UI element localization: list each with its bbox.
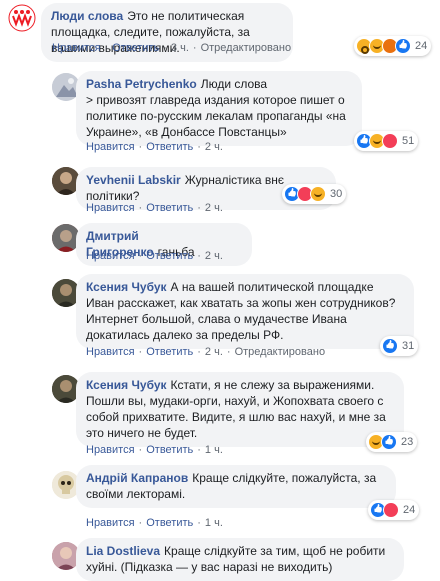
like-reaction-icon xyxy=(381,434,397,450)
reaction-count: 30 xyxy=(330,188,343,200)
comment-time[interactable]: 1 ч. xyxy=(205,517,223,529)
comment-actions: Нравится · Ответить · 2 ч. xyxy=(86,141,223,153)
comment-author[interactable]: Pasha Petrychenko xyxy=(86,77,197,91)
like-link[interactable]: Нравится xyxy=(86,517,135,529)
comment-actions: Нравится · Ответить · 2 ч. xyxy=(86,250,223,262)
reaction-summary[interactable]: 24 xyxy=(354,36,432,56)
reaction-count: 23 xyxy=(401,436,414,448)
like-reaction-icon xyxy=(395,38,411,54)
love-reaction-icon xyxy=(382,133,398,149)
comment-author[interactable]: Андрій Капранов xyxy=(86,471,188,485)
comment-bubble: Андрій Капранов Краще слідкуйте, пожалуйс… xyxy=(76,465,396,508)
comment-text: > привозят главреда издания которое пише… xyxy=(86,93,346,139)
reply-link[interactable]: Ответить xyxy=(146,517,193,529)
reaction-count: 51 xyxy=(402,135,415,147)
like-link[interactable]: Нравится xyxy=(86,444,135,456)
reaction-summary[interactable]: 24 xyxy=(368,500,420,520)
like-link[interactable]: Нравится xyxy=(52,42,101,54)
people-of-word-logo-icon xyxy=(8,4,36,32)
reply-link[interactable]: Ответить xyxy=(146,141,193,153)
reaction-summary[interactable]: 31 xyxy=(380,336,419,356)
reaction-summary[interactable]: 23 xyxy=(366,432,418,452)
comment-author[interactable]: Lia Dostlieva xyxy=(86,544,160,558)
avatar[interactable] xyxy=(8,4,36,32)
comment-author[interactable]: Ксения Чубук xyxy=(86,378,167,392)
love-reaction-icon xyxy=(383,502,399,518)
comment-actions: Нравится · Ответить · 2 ч. xyxy=(86,202,223,214)
comment-author[interactable]: Люди слова xyxy=(51,9,123,23)
comment-bubble: Ксения Чубук А на вашей политической площ… xyxy=(76,274,414,349)
reaction-count: 24 xyxy=(403,504,416,516)
edited-label[interactable]: Отредактировано xyxy=(201,42,292,54)
haha-reaction-icon xyxy=(310,186,326,202)
mentioned-profile[interactable]: Люди слова xyxy=(201,77,267,91)
edited-label[interactable]: Отредактировано xyxy=(235,346,326,358)
comment-actions: Нравится · Ответить · 2 ч. · Отредактировано xyxy=(86,346,326,358)
comment-time[interactable]: 2 ч. xyxy=(205,346,223,358)
like-reaction-icon xyxy=(382,338,398,354)
reaction-summary[interactable]: 51 xyxy=(354,131,419,151)
reaction-summary[interactable]: 30 xyxy=(282,184,347,204)
reply-link[interactable]: Ответить xyxy=(112,42,159,54)
like-link[interactable]: Нравится xyxy=(86,250,135,262)
reply-link[interactable]: Ответить xyxy=(146,202,193,214)
reply-link[interactable]: Ответить xyxy=(146,444,193,456)
comment-time[interactable]: 2 ч. xyxy=(205,250,223,262)
reaction-count: 31 xyxy=(402,340,415,352)
reply-link[interactable]: Ответить xyxy=(146,250,193,262)
like-link[interactable]: Нравится xyxy=(86,202,135,214)
reaction-count: 24 xyxy=(415,40,428,52)
comment-actions: Нравится · Ответить · 1 ч. xyxy=(86,444,223,456)
comment-actions: Нравится · Ответить · 3 ч. · Отредактировано xyxy=(52,42,292,54)
comment-actions: Нравится · Ответить · 1 ч. xyxy=(86,517,223,529)
comment-time[interactable]: 1 ч. xyxy=(205,444,223,456)
comment-time[interactable]: 2 ч. xyxy=(205,141,223,153)
comment-time[interactable]: 2 ч. xyxy=(205,202,223,214)
comment-bubble: Lia Dostlieva Краще слідкуйте за тим, щоб… xyxy=(76,538,404,581)
like-link[interactable]: Нравится xyxy=(86,346,135,358)
comment-time[interactable]: 3 ч. xyxy=(171,42,189,54)
comment-bubble: Pasha Petrychenko Люди слова > привозят г… xyxy=(76,71,362,146)
comment-author[interactable]: Ксения Чубук xyxy=(86,280,167,294)
reply-link[interactable]: Ответить xyxy=(146,346,193,358)
like-link[interactable]: Нравится xyxy=(86,141,135,153)
comment-author[interactable]: Yevhenii Labskir xyxy=(86,173,181,187)
comment-bubble: Ксения Чубук Кстати, я не слежу за выраже… xyxy=(76,372,404,447)
